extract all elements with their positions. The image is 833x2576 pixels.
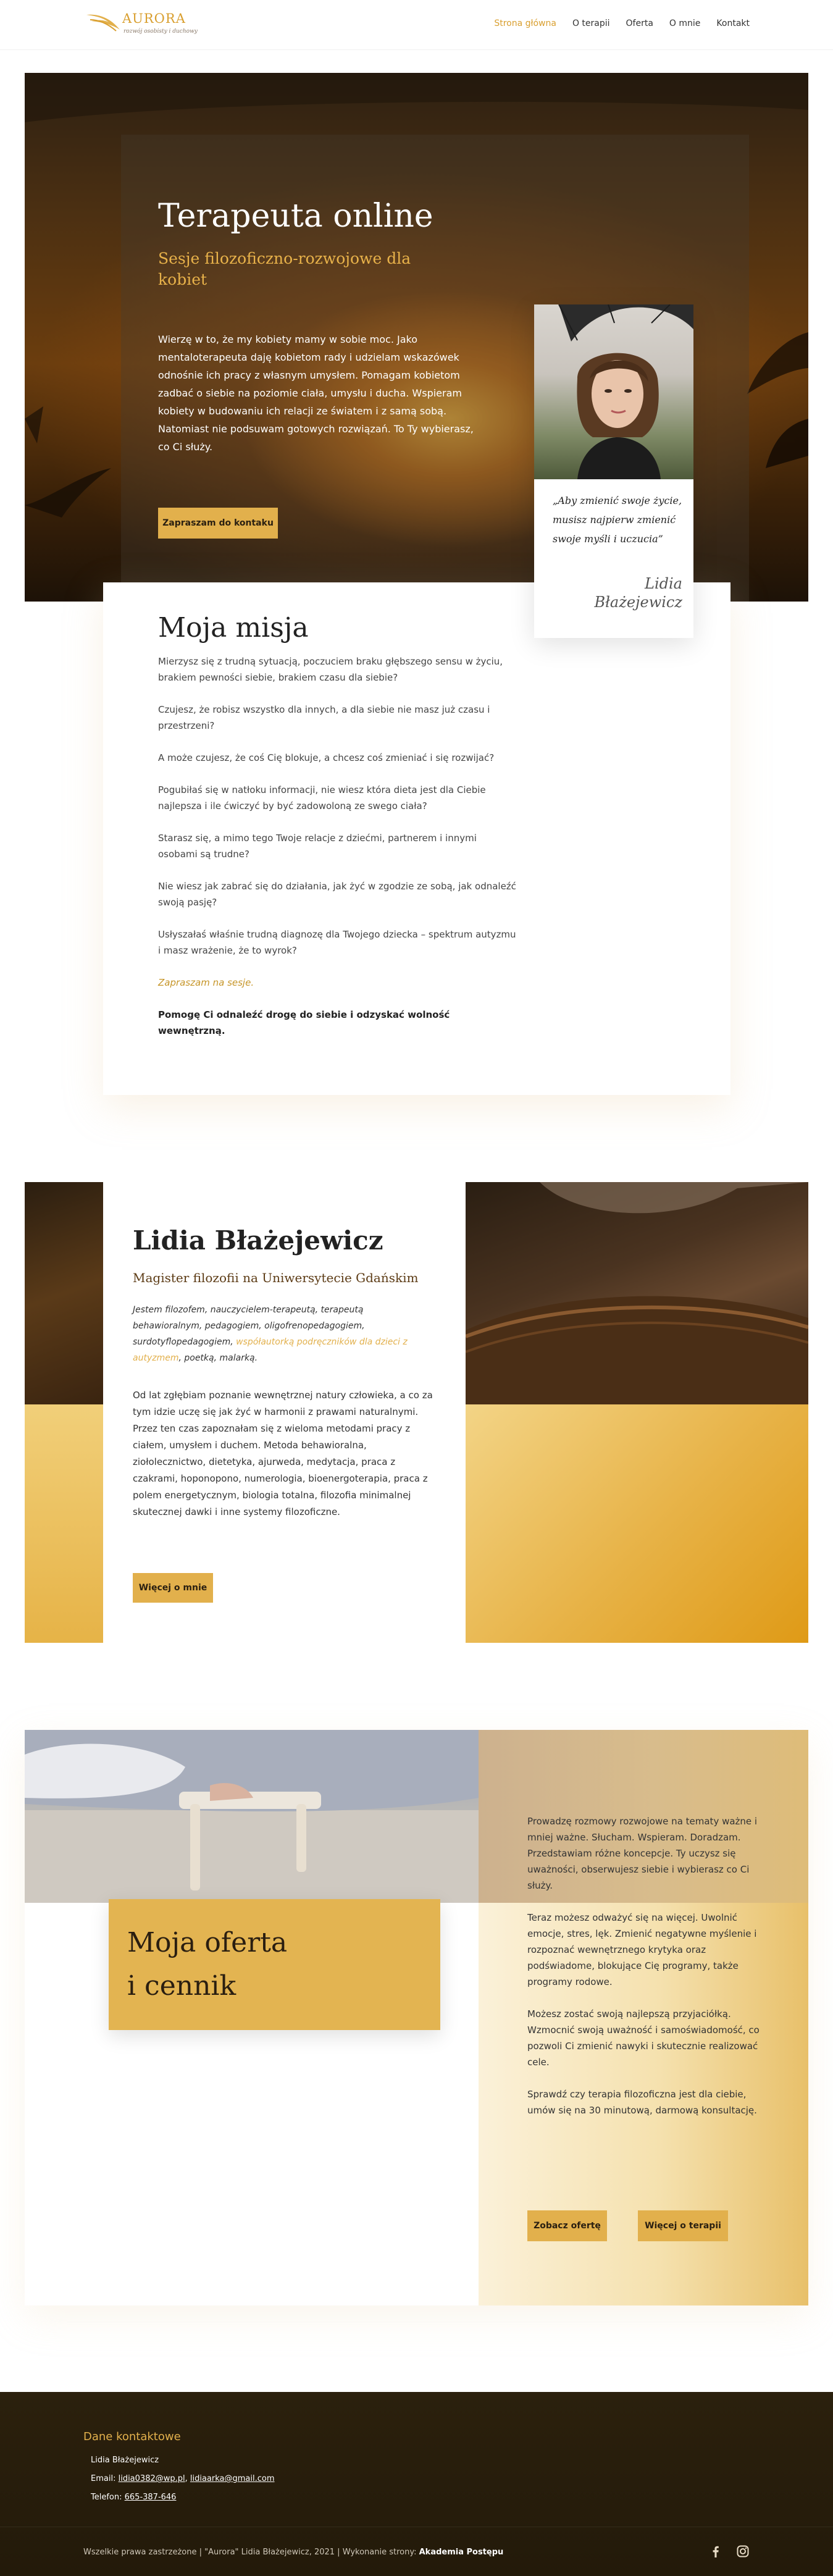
offer-title-line-1: Moja oferta (127, 1927, 288, 1958)
logo-tagline: rozwój osobisty i duchowy (123, 28, 198, 35)
facebook-icon[interactable] (709, 2545, 722, 2558)
offer-paragraph: Prowadzę rozmowy rozwojowe na tematy waż… (527, 1816, 758, 1891)
footer-bottom-bar: Wszelkie prawa zastrzeżone | "Aurora" Li… (0, 2527, 833, 2576)
portrait-photo (534, 304, 693, 479)
mission-paragraph: Usłyszałaś właśnie trudną diagnozę dla T… (158, 929, 516, 956)
offer-paragraph: Możesz zostać swoją najlepszą przyjaciół… (527, 2008, 760, 2068)
bio-name: Lidia Błażejewicz (133, 1225, 383, 1256)
more-about-me-button[interactable]: Więcej o mnie (133, 1573, 213, 1603)
contact-details: Lidia Błażejewicz Email: lidia0382@wp.pl… (91, 2451, 275, 2507)
bench-illustration (25, 1730, 479, 1903)
bio-decor-bottom-right (466, 1404, 808, 1643)
contact-email-row: Email: lidia0382@wp.pl, lidiaarka@gmail.… (91, 2470, 275, 2488)
mission-closing: Pomogę Ci odnaleźć drogę do siebie i odz… (158, 1009, 450, 1036)
contact-phone-row: Telefon: 665-387-646 (91, 2488, 275, 2507)
bio-text: Od lat zgłębiam poznanie wewnętrznej nat… (133, 1390, 433, 1517)
mission-title: Moja misja (158, 612, 309, 644)
main-nav: Strona główna O terapii Oferta O mnie Ko… (494, 19, 750, 28)
nav-item-about[interactable]: O mnie (669, 19, 700, 28)
offer-description: Prowadzę rozmowy rozwojowe na tematy waż… (527, 1813, 762, 2134)
offer-title-line-2: i cennik (127, 1970, 237, 2002)
phone-label: Telefon: (91, 2493, 125, 2502)
mission-paragraph: Pogubiłaś się w natłoku informacji, nie … (158, 784, 486, 812)
contact-button[interactable]: Zapraszam do kontaku (158, 508, 278, 539)
bio-decor-top-left (25, 1182, 103, 1404)
agency-credit-link[interactable]: Akademia Postępu (419, 2548, 504, 2557)
bio-card: Lidia Błażejewicz Magister filozofii na … (103, 1182, 466, 1643)
offer-section: Moja oferta i cennik Prowadzę rozmowy ro… (25, 1730, 808, 2305)
portrait-illustration (558, 304, 693, 479)
nav-item-home[interactable]: Strona główna (494, 19, 556, 28)
wing-logo-icon (86, 14, 120, 31)
instagram-icon[interactable] (736, 2545, 750, 2558)
bio-photo-wood (466, 1182, 808, 1404)
nav-item-offer[interactable]: Oferta (626, 19, 653, 28)
contact-name: Lidia Błażejewicz (91, 2456, 159, 2465)
mission-section: Moja misja Mierzysz się z trudną sytuacj… (103, 582, 730, 1095)
mission-paragraph: A może czujesz, że coś Cię blokuje, a ch… (158, 752, 495, 763)
site-header: AURORA rozwój osobisty i duchowy Strona … (0, 0, 833, 49)
hero-description: Wierzę w to, że my kobiety mamy w sobie … (158, 334, 474, 453)
mission-paragraph: Nie wiesz jak zabrać się do działania, j… (158, 881, 516, 908)
site-logo[interactable]: AURORA rozwój osobisty i duchowy (85, 9, 209, 40)
quote-card: „Aby zmienić swoje życie, musisz najpier… (534, 304, 693, 638)
offer-title: Moja oferta i cennik (127, 1921, 287, 2008)
footer-heading: Dane kontaktowe (83, 2430, 181, 2443)
bio-degree: Magister filozofii na Uniwersytecie Gdań… (133, 1270, 419, 1285)
mission-paragraphs: Mierzysz się z trudną sytuacją, poczucie… (158, 653, 516, 1055)
mission-invite: Zapraszam na sesje. (158, 977, 254, 988)
more-about-therapy-button[interactable]: Więcej o terapii (638, 2210, 728, 2241)
nav-item-therapy[interactable]: O terapii (572, 19, 610, 28)
email-separator: , (185, 2474, 190, 2483)
offer-title-box: Moja oferta i cennik (109, 1899, 440, 2030)
bio-decor-bottom-left (25, 1404, 103, 1643)
bio-intro: Jestem filozofem, nauczycielem-terapeutą… (133, 1302, 429, 1366)
offer-photo (25, 1730, 479, 1903)
see-offer-button[interactable]: Zobacz ofertę (527, 2210, 607, 2241)
logo-name: AURORA (122, 11, 186, 26)
phone-link[interactable]: 665-387-646 (125, 2493, 177, 2502)
copyright-text: Wszelkie prawa zastrzeżone | "Aurora" Li… (83, 2548, 419, 2557)
wood-bowl-illustration (466, 1182, 808, 1404)
site-footer: Dane kontaktowe Lidia Błażejewicz Email:… (0, 2392, 833, 2576)
bio-section: Lidia Błażejewicz Magister filozofii na … (25, 1182, 808, 1643)
offer-paragraph: Sprawdź czy terapia filozoficzna jest dl… (527, 2089, 757, 2116)
email-link-2[interactable]: lidiaarka@gmail.com (190, 2474, 275, 2483)
offer-paragraph: Teraz możesz odważyć się na więcej. Uwol… (527, 1912, 757, 1987)
hero-title: Terapeuta online (158, 198, 433, 235)
email-link-1[interactable]: lidia0382@wp.pl (119, 2474, 185, 2483)
hero-subtitle: Sesje filozoficzno-rozwojowe dla kobiet (158, 250, 411, 288)
mission-paragraph: Czujesz, że robisz wszystko dla innych, … (158, 704, 490, 731)
mission-paragraph: Mierzysz się z trudną sytuacją, poczucie… (158, 656, 503, 683)
nav-item-contact[interactable]: Kontakt (716, 19, 750, 28)
bio-intro-end: , poetką, malarką. (178, 1353, 258, 1363)
quote-text: „Aby zmienić swoje życie, musisz najpier… (553, 495, 682, 545)
signature: Lidia Błażejewicz (594, 575, 682, 611)
mission-paragraph: Starasz się, a mimo tego Twoje relacje z… (158, 833, 477, 860)
email-label: Email: (91, 2474, 119, 2483)
copyright: Wszelkie prawa zastrzeżone | "Aurora" Li… (83, 2548, 503, 2557)
